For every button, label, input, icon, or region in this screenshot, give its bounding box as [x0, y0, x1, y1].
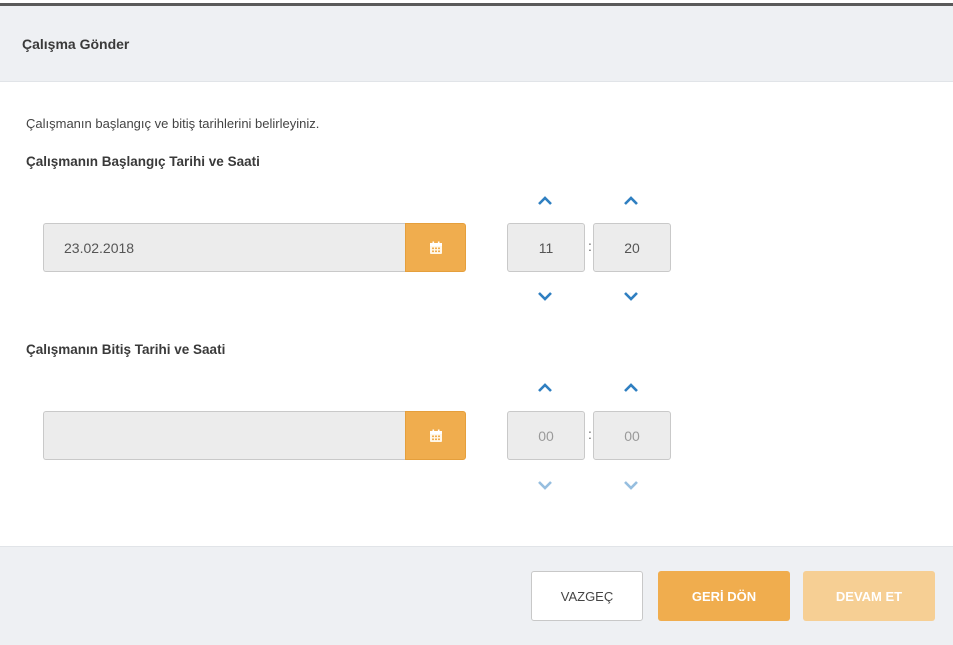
start-calendar-button[interactable]	[405, 223, 466, 272]
end-minute-up-button[interactable]	[621, 380, 641, 396]
end-hour-down-button[interactable]	[535, 477, 555, 493]
start-hour-up-button[interactable]	[535, 193, 555, 209]
calendar-icon	[429, 241, 442, 254]
calendar-icon	[429, 429, 442, 442]
start-section-label: Çalışmanın Başlangıç Tarihi ve Saati	[26, 154, 260, 169]
chevron-down-icon	[538, 292, 552, 301]
end-time-separator: :	[588, 426, 592, 442]
chevron-up-icon	[538, 196, 552, 205]
back-button[interactable]: GERİ DÖN	[658, 571, 790, 621]
chevron-up-icon	[538, 383, 552, 392]
end-section-label: Çalışmanın Bitiş Tarihi ve Saati	[26, 342, 226, 357]
start-hour-down-button[interactable]	[535, 288, 555, 304]
end-date-group	[43, 411, 466, 460]
cancel-button[interactable]: VAZGEÇ	[531, 571, 643, 621]
continue-button[interactable]: DEVAM ET	[803, 571, 935, 621]
dialog-description: Çalışmanın başlangıç ve bitiş tarihlerin…	[26, 116, 320, 131]
start-minute-up-button[interactable]	[621, 193, 641, 209]
end-date-input[interactable]	[43, 411, 405, 460]
end-hour-input[interactable]: 00	[507, 411, 585, 460]
start-minute-down-button[interactable]	[621, 288, 641, 304]
end-calendar-button[interactable]	[405, 411, 466, 460]
end-minute-input[interactable]: 00	[593, 411, 671, 460]
start-hour-input[interactable]: 11	[507, 223, 585, 272]
chevron-down-icon	[624, 481, 638, 490]
start-date-input[interactable]: 23.02.2018	[43, 223, 405, 272]
start-time-separator: :	[588, 238, 592, 254]
chevron-up-icon	[624, 383, 638, 392]
start-date-group: 23.02.2018	[43, 223, 466, 272]
chevron-down-icon	[538, 481, 552, 490]
start-minute-input[interactable]: 20	[593, 223, 671, 272]
end-hour-up-button[interactable]	[535, 380, 555, 396]
chevron-down-icon	[624, 292, 638, 301]
end-minute-down-button[interactable]	[621, 477, 641, 493]
dialog-header: Çalışma Gönder	[0, 6, 953, 82]
dialog-title: Çalışma Gönder	[22, 36, 130, 52]
chevron-up-icon	[624, 196, 638, 205]
